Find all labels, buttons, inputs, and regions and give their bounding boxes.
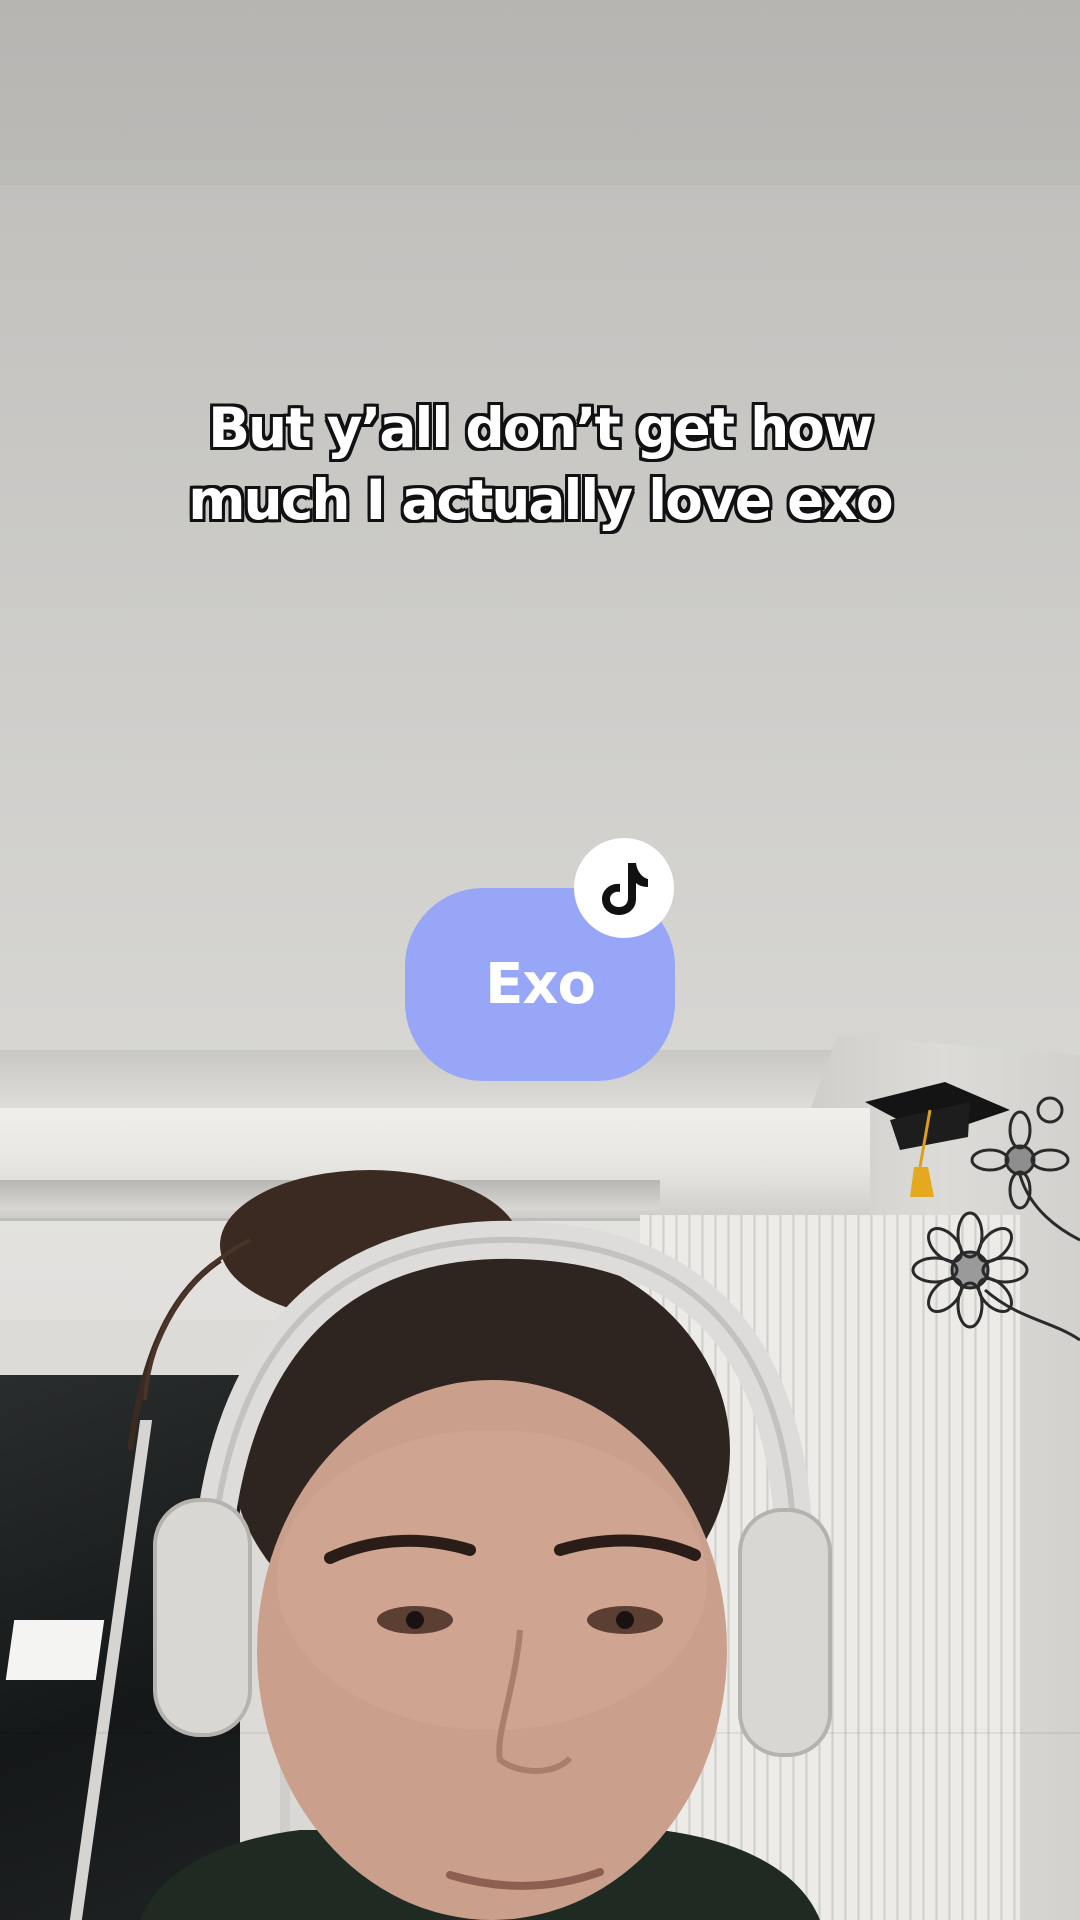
top-shade xyxy=(0,0,1080,185)
video-caption: But y’all don’t get how much I actually … xyxy=(140,392,940,536)
wall-flower-decor xyxy=(911,1096,1080,1342)
video-frame: But y’all don’t get how much I actually … xyxy=(0,0,1080,1920)
person-with-headphones xyxy=(127,1170,832,1920)
sticker-label: Exo xyxy=(485,952,596,1017)
tiktok-note-icon xyxy=(574,838,674,938)
window-light xyxy=(5,1620,105,1680)
caption-line-1: But y’all don’t get how xyxy=(208,396,874,460)
caption-line-2: much I actually love exo xyxy=(188,468,893,532)
